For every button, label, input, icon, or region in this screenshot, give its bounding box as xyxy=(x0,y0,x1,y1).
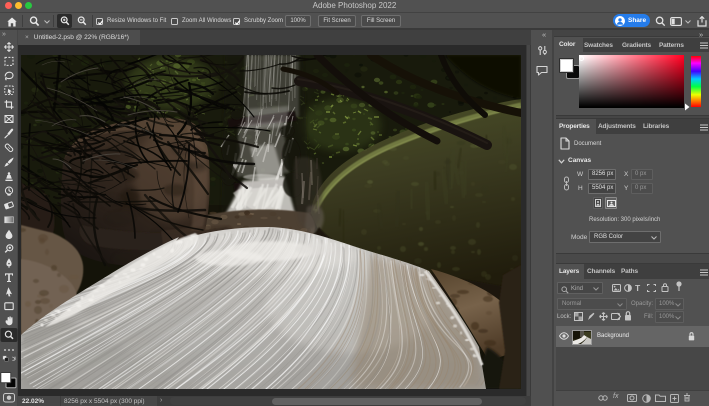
svg-text:»: » xyxy=(2,31,6,38)
